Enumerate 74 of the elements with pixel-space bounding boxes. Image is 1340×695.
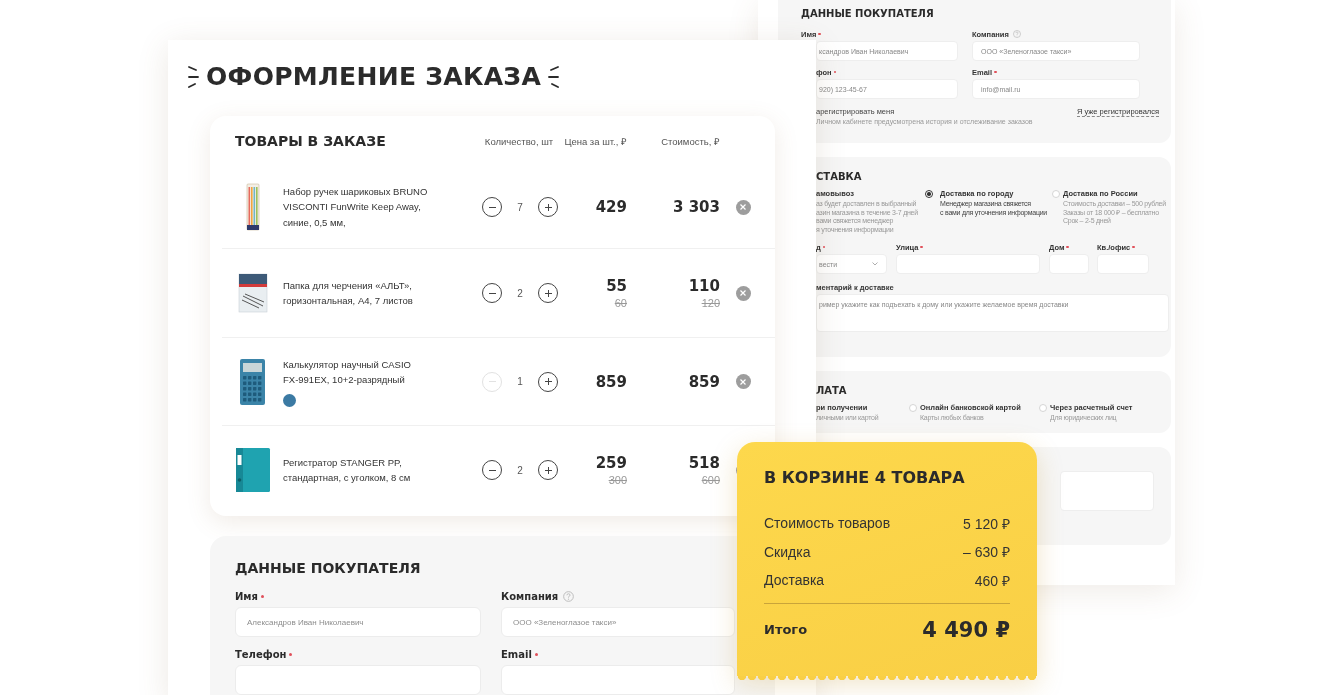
binder-drawing [234, 447, 271, 493]
plus-button[interactable] [538, 283, 558, 303]
plus-icon [544, 378, 552, 385]
total-value: 4 490 ₽ [922, 617, 1010, 642]
line-total: 110 [688, 277, 720, 295]
quantity-value: 2 [517, 464, 523, 476]
quantity-value: 7 [517, 201, 523, 213]
pen-set-drawing [245, 183, 260, 231]
section-title: ТОВАРЫ В ЗАКАЗЕ [234, 133, 387, 149]
input-field[interactable]: ООО «Зеленоглазое такси» [501, 607, 735, 637]
column-header: Количество, шт [484, 135, 554, 147]
column-header: Стоимость, ₽ [661, 134, 720, 148]
plus-icon [544, 466, 552, 474]
section-title: ДАННЫЕ ПОКУПАТЕЛЯ [801, 8, 935, 19]
old-total: 600 [700, 474, 720, 486]
minus-button[interactable] [482, 460, 502, 480]
plus-button[interactable] [538, 371, 558, 392]
color-swatch[interactable] [283, 393, 296, 407]
product-name[interactable]: Набор ручек шариковых BRUNO VISCONTI FunWrite Keep Away, синие, 0,5 мм, [283, 183, 428, 231]
plus-icon [544, 289, 552, 297]
remove-button[interactable] [735, 199, 751, 215]
close-icon [740, 378, 746, 385]
decorative-strokes-icon [547, 64, 560, 89]
minus-icon [488, 292, 496, 294]
summary-value: 5 120 ₽ [963, 514, 1010, 533]
unit-price: 859 [595, 372, 627, 391]
page-title: ОФОРМЛЕНИЕ ЗАКАЗА [206, 62, 542, 91]
product-name[interactable]: Папка для черчения «АЛЬТ», горизонтальная, А4, 7 листов [283, 277, 428, 309]
remove-button[interactable] [735, 285, 751, 301]
minus-icon [488, 469, 496, 471]
line-total: 3 303 [673, 198, 720, 216]
drawing-folder-drawing [237, 273, 268, 313]
close-icon [740, 204, 746, 210]
input-field[interactable] [501, 665, 735, 695]
line-total: 518 [688, 454, 720, 472]
summary-value: – 630 ₽ [963, 543, 1010, 562]
plus-button[interactable] [538, 460, 558, 480]
line-total: 859 [688, 372, 720, 391]
field-label: Имя [235, 590, 481, 602]
minus-icon [488, 206, 496, 208]
column-header: Цена за шт., ₽ [564, 134, 627, 148]
close-icon [740, 290, 746, 296]
summary-value: 460 ₽ [974, 571, 1010, 590]
old-price: 60 [613, 297, 627, 309]
unit-price: 55 [606, 277, 627, 295]
summary-label: Стоимость товаров [764, 515, 891, 532]
remove-button[interactable] [735, 374, 751, 389]
summary-label: Скидка [764, 543, 811, 560]
field-label: Email [501, 648, 735, 660]
section-title: ДАННЫЕ ПОКУПАТЕЛЯ [235, 560, 422, 576]
summary-title: В КОРЗИНЕ 4 ТОВАРА [764, 468, 966, 487]
section-title: СТАВКА [816, 171, 863, 182]
chevron-down-icon [872, 262, 878, 266]
field-label: Телефон [235, 648, 481, 660]
quantity-value: 2 [517, 287, 523, 299]
field-label: Компания [501, 590, 735, 602]
product-name[interactable]: Калькулятор научный CASIO FX-991EX, 10+2-разрядный [283, 356, 428, 388]
summary-label: Доставка [764, 572, 825, 589]
calculator-drawing [239, 357, 266, 406]
minus-button[interactable] [482, 283, 502, 303]
plus-icon [544, 203, 552, 211]
product-name[interactable]: Регистратор STANGER PP, стандартная, с уголком, 8 см [283, 454, 428, 486]
old-total: 120 [700, 297, 720, 309]
old-price: 300 [607, 474, 627, 486]
section-title: ЛАТА [816, 385, 848, 396]
minus-button[interactable] [482, 197, 502, 217]
decorative-strokes-icon [188, 64, 200, 89]
input-field[interactable]: Александров Иван Николаевич [235, 607, 481, 637]
total-label: Итого [764, 622, 808, 637]
unit-price: 259 [595, 454, 627, 472]
unit-price: 429 [595, 198, 627, 216]
quantity-value: 1 [517, 376, 523, 387]
plus-button[interactable] [538, 197, 558, 217]
radio-button[interactable] [925, 190, 933, 198]
